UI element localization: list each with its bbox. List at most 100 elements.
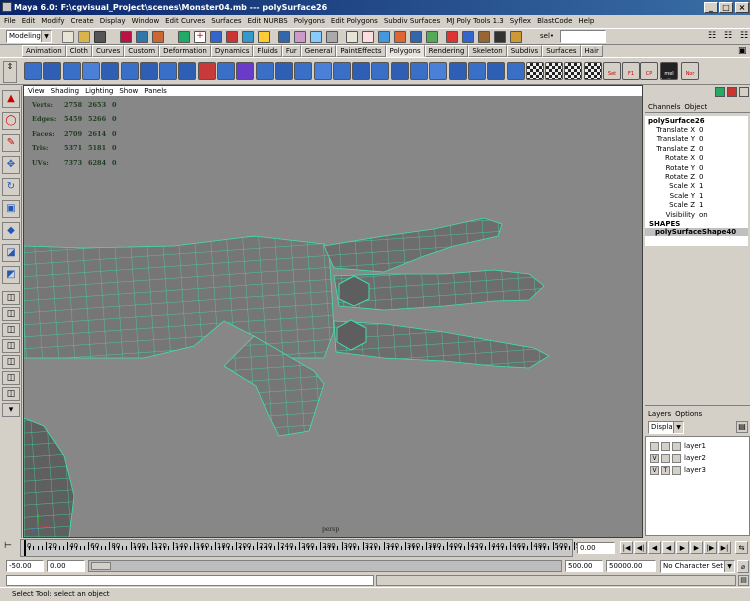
object-name[interactable]: polySurface26 — [645, 116, 748, 126]
shelf-button-set[interactable]: Set — [603, 62, 621, 80]
current-time-field[interactable]: 0.00 — [577, 542, 615, 554]
menu-surfaces[interactable]: Surfaces — [211, 15, 241, 28]
tab-channels[interactable]: Channels — [648, 101, 680, 112]
shelf-tab-curves[interactable]: Curves — [91, 45, 125, 57]
go-to-end-icon[interactable]: ▶| — [718, 541, 731, 554]
shelf-button-cp[interactable]: CP — [640, 62, 658, 80]
layer-color-swatch[interactable] — [672, 466, 681, 475]
chamfer-icon[interactable] — [467, 62, 486, 80]
menu-set-select[interactable]: Modeling ▼ — [6, 30, 52, 43]
grid-icon[interactable] — [739, 87, 749, 97]
maximize-button[interactable]: □ — [719, 2, 733, 13]
plus-icon[interactable]: + — [194, 31, 206, 43]
layer-row[interactable]: Vlayer2 — [648, 453, 748, 464]
layer-row[interactable]: V Tlayer3 — [648, 465, 748, 476]
render-globals-icon[interactable] — [326, 31, 338, 43]
layer-row[interactable]: layer1 — [648, 441, 748, 452]
close-button[interactable]: × — [735, 2, 749, 13]
shelf-button-f1[interactable]: F1 — [622, 62, 640, 80]
menu-subdiv-surfaces[interactable]: Subdiv Surfaces — [384, 15, 440, 28]
shelf-tab-custom[interactable]: Custom — [124, 45, 160, 57]
channel-visibility[interactable]: Visibility on — [645, 210, 748, 220]
collapse-icon[interactable] — [487, 62, 506, 80]
extract-icon[interactable] — [178, 62, 197, 80]
mask-icon[interactable] — [178, 31, 190, 43]
outliner-icon[interactable] — [426, 31, 438, 43]
checker-2-icon[interactable] — [545, 62, 564, 80]
triangulate-icon[interactable] — [255, 62, 274, 80]
layer-name[interactable]: layer1 — [684, 441, 706, 452]
menu-edit-polygons[interactable]: Edit Polygons — [331, 15, 378, 28]
menu-window[interactable]: Window — [132, 15, 160, 28]
shelf-tab-rendering[interactable]: Rendering — [424, 45, 469, 57]
menu-create[interactable]: Create — [70, 15, 93, 28]
merge-icon[interactable] — [352, 62, 371, 80]
shelf-tab-skeleton[interactable]: Skeleton — [468, 45, 507, 57]
tab-options[interactable]: Options — [675, 408, 702, 420]
playback-start-field[interactable]: 0.00 — [47, 560, 85, 572]
extrude-edge-icon[interactable] — [313, 62, 332, 80]
shelf-options-icon[interactable]: ⇕ — [3, 61, 17, 83]
shelf-tab-fur[interactable]: Fur — [281, 45, 301, 57]
shelf-tab-dynamics[interactable]: Dynamics — [210, 45, 254, 57]
boolean-icon[interactable] — [197, 62, 216, 80]
new-layer-icon[interactable]: ▤ — [736, 421, 748, 433]
menu-edit-nurbs[interactable]: Edit NURBS — [248, 15, 288, 28]
attribute-icon[interactable] — [478, 31, 490, 43]
two-pane-vertical-icon[interactable]: ◫ — [2, 323, 20, 337]
channel-scale-z[interactable]: Scale Z1 — [645, 201, 748, 211]
step-forward-key-icon[interactable]: ▶ — [690, 541, 703, 554]
tab-object[interactable]: Object — [684, 101, 707, 112]
hypershade-layout-icon[interactable]: ◫ — [2, 387, 20, 401]
channel-scale-x[interactable]: Scale X1 — [645, 182, 748, 192]
mel-input[interactable] — [6, 575, 374, 586]
channel-value[interactable]: 0 — [697, 126, 737, 136]
layer-visibility-toggle[interactable]: V — [650, 454, 659, 463]
shelf-button-mel-button[interactable]: mel button — [660, 62, 678, 80]
auto-key-icon[interactable]: ⌀ — [737, 560, 749, 573]
poly-cube-icon[interactable] — [43, 62, 62, 80]
insert-edge-loop-icon[interactable] — [390, 62, 409, 80]
viewport-menu-lighting[interactable]: Lighting — [85, 86, 113, 96]
paint-select-icon[interactable]: ✎ — [2, 134, 20, 152]
step-forward-icon[interactable]: |▶ — [704, 541, 717, 554]
channel-rotate-z[interactable]: Rotate Z0 — [645, 172, 748, 183]
select-arrow-icon[interactable]: ▲ — [2, 90, 20, 108]
viewport-menu-shading[interactable]: Shading — [51, 86, 79, 96]
playback-end-field[interactable]: 500.00 — [565, 560, 603, 572]
shelf-button-nor[interactable]: Nor — [681, 62, 699, 80]
poly-plane-icon[interactable] — [101, 62, 120, 80]
open-scene-icon[interactable] — [78, 31, 90, 43]
play-backwards-icon[interactable]: ◀ — [662, 541, 675, 554]
channel-scale-y[interactable]: Scale Y1 — [645, 191, 748, 202]
shelf-tab-fluids[interactable]: Fluids — [253, 45, 282, 57]
checker-icon[interactable] — [525, 62, 544, 80]
channel-value[interactable]: 0 — [697, 154, 737, 164]
layer-name[interactable]: layer2 — [684, 453, 706, 464]
checker-3-icon[interactable] — [564, 62, 583, 80]
paint-icon[interactable] — [446, 31, 458, 43]
save-scene-icon[interactable] — [94, 31, 106, 43]
snap-grid-icon[interactable] — [210, 31, 222, 43]
viewport-canvas[interactable]: Verts: 2758 2653 0 Edges: 5459 5266 0 Faces: 2709… — [24, 96, 642, 537]
hypershade-icon[interactable] — [410, 31, 422, 43]
poly-cylinder-icon[interactable] — [81, 62, 100, 80]
render-icon[interactable] — [294, 31, 306, 43]
layer-color-swatch[interactable] — [672, 454, 681, 463]
delete-edge-icon[interactable] — [506, 62, 525, 80]
menu-blastcode[interactable]: BlastCode — [537, 15, 572, 28]
channel-translate-y[interactable]: Translate Y0 — [645, 135, 748, 145]
menu-modify[interactable]: Modify — [41, 15, 64, 28]
menu-display[interactable]: Display — [100, 15, 126, 28]
menu-syflex[interactable]: Syflex — [510, 15, 531, 28]
node-icon[interactable] — [394, 31, 406, 43]
shelf-tab-subdivs[interactable]: Subdivs — [506, 45, 543, 57]
shelf-tab-surfaces[interactable]: Surfaces — [542, 45, 581, 57]
tool-settings-toggle-icon[interactable]: ☷ — [738, 31, 750, 43]
show-manipulator-icon[interactable]: ◪ — [2, 244, 20, 262]
last-tool-icon[interactable]: ◩ — [2, 266, 20, 284]
channel-value[interactable]: 1 — [697, 201, 737, 211]
four-pane-layout-icon[interactable]: ◫ — [2, 307, 20, 321]
move-tool-icon[interactable]: ✥ — [2, 156, 20, 174]
step-back-icon[interactable]: ◀| — [634, 541, 647, 554]
